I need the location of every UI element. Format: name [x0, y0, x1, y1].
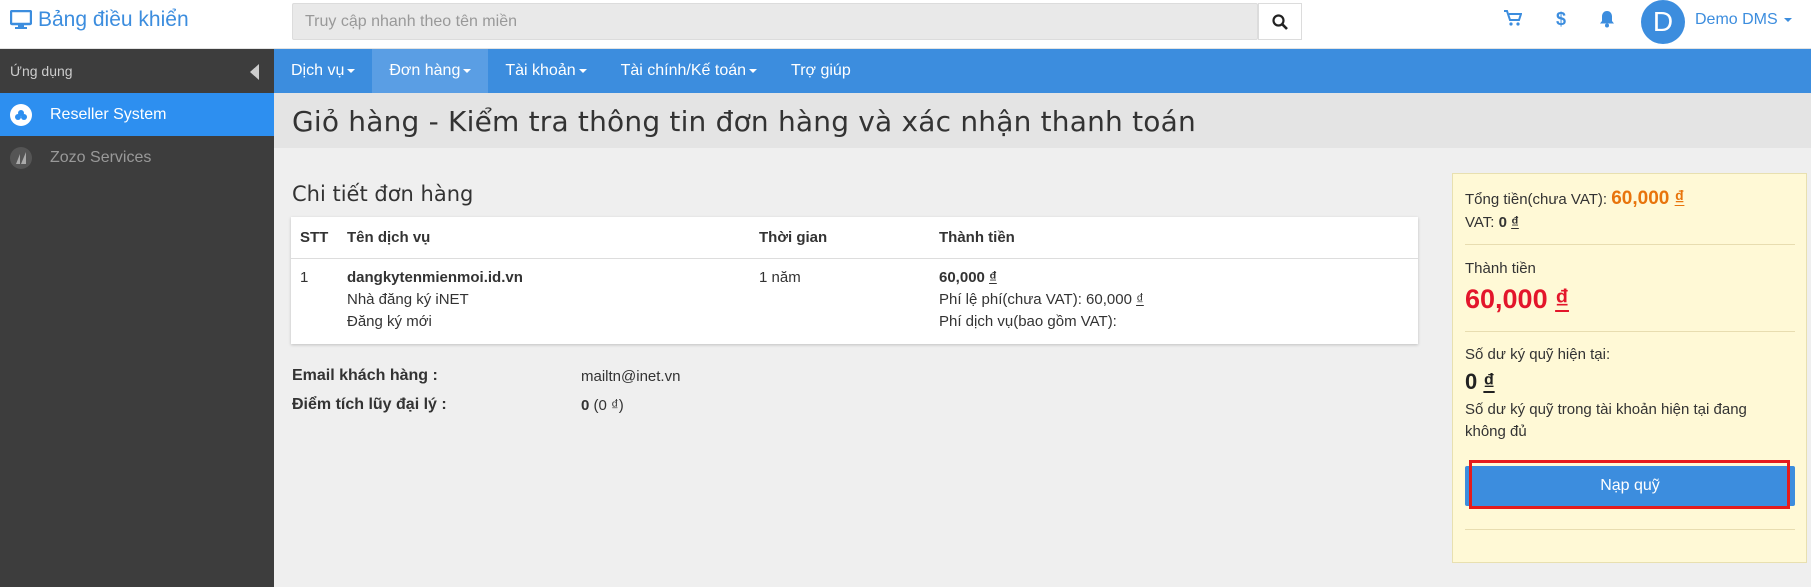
amount-value: 60,000	[939, 269, 985, 286]
user-name: Demo DMS	[1695, 11, 1778, 28]
nav-item-dich-vu[interactable]: Dịch vụ	[274, 49, 372, 93]
service-fee-line: Phí dịch vụ(bao gồm VAT):	[939, 313, 1117, 330]
sidebar-heading: Ứng dụng	[0, 49, 274, 93]
vat-row: VAT: 0 ₫	[1465, 214, 1519, 231]
currency-symbol: ₫	[1674, 188, 1685, 209]
subtotal-label: Tổng tiền(chưa VAT):	[1465, 191, 1608, 208]
balance-label: Số dư ký quỹ hiện tại:	[1465, 346, 1611, 363]
nav-item-tai-chinh[interactable]: Tài chính/Kế toán	[604, 49, 774, 93]
section-title: Chi tiết đơn hàng	[292, 182, 474, 206]
currency-symbol: ₫	[1511, 214, 1519, 231]
divider	[1465, 529, 1795, 530]
order-type: Đăng ký mới	[347, 313, 432, 330]
main-nav: Dịch vụ Đơn hàng Tài khoản Tài chính/Kế …	[274, 49, 1811, 93]
currency-symbol: ₫	[1555, 284, 1569, 314]
fee-line: Phí lệ phí(chưa VAT): 60,000 ₫	[939, 289, 1144, 311]
bell-icon[interactable]	[1599, 10, 1615, 33]
duration: 1 năm	[759, 269, 801, 286]
points-label: Điểm tích lũy đại lý :	[292, 396, 447, 413]
sidebar-item-label: Reseller System	[50, 105, 167, 123]
registrar: Nhà đăng ký iNET	[347, 291, 469, 308]
search-button[interactable]	[1258, 3, 1302, 40]
balance-warning: Số dư ký quỹ trong tài khoản hiện tại đa…	[1465, 401, 1747, 440]
user-menu[interactable]: Demo DMS	[1695, 11, 1792, 29]
monitor-icon	[10, 10, 32, 29]
sidebar-item-zozo-services[interactable]: Zozo Services	[0, 136, 274, 179]
chevron-down-icon	[749, 69, 758, 73]
sidebar-item-label: Zozo Services	[50, 148, 152, 166]
avatar[interactable]: D	[1641, 0, 1685, 44]
top-bar: Bảng điều khiển $ D Demo DMS	[0, 0, 1811, 49]
collapse-sidebar-icon[interactable]	[250, 64, 259, 80]
points-number: 0	[581, 397, 590, 414]
page-title: Giỏ hàng - Kiểm tra thông tin đơn hàng v…	[292, 105, 1196, 138]
vat-label: VAT:	[1465, 214, 1495, 231]
column-header: Thời gian	[759, 229, 828, 246]
nav-label: Đơn hàng	[389, 62, 461, 79]
sidebar-heading-label: Ứng dụng	[10, 63, 73, 79]
total-label: Thành tiền	[1465, 260, 1536, 277]
nav-label: Trợ giúp	[791, 62, 851, 79]
cart-icon[interactable]	[1504, 10, 1523, 31]
search-icon	[1272, 13, 1288, 30]
balance-value: 0 ₫	[1465, 369, 1495, 395]
currency-symbol: ₫	[989, 269, 997, 286]
amount: 60,000 ₫	[939, 267, 1144, 289]
chevron-down-icon	[578, 69, 587, 73]
nav-label: Tài chính/Kế toán	[620, 62, 747, 79]
highlight-box	[1469, 460, 1790, 509]
vat-amount: 0	[1498, 214, 1507, 231]
customer-email: mailtn@inet.vn	[581, 368, 681, 385]
nav-label: Dịch vụ	[291, 62, 345, 79]
subtotal-row: Tổng tiền(chưa VAT): 60,000 ₫	[1465, 188, 1684, 210]
brand-link[interactable]: Bảng điều khiển	[10, 8, 189, 32]
amount-cell: 60,000 ₫ Phí lệ phí(chưa VAT): 60,000 ₫ …	[939, 267, 1144, 333]
domain-name: dangkytenmienmoi.id.vn	[347, 269, 523, 286]
row-stt: 1	[300, 269, 309, 286]
column-header: STT	[300, 229, 329, 246]
total-amount: 60,000	[1465, 284, 1548, 314]
points-value: 0 (0 ₫)	[581, 397, 624, 414]
total-value: 60,000 ₫	[1465, 284, 1569, 315]
points-detail: (0 ₫)	[593, 397, 624, 414]
brand-label: Bảng điều khiển	[38, 8, 189, 31]
nav-item-tro-giup[interactable]: Trợ giúp	[774, 49, 868, 93]
dollar-icon[interactable]: $	[1556, 9, 1566, 30]
divider	[291, 258, 1418, 259]
currency-symbol: ₫	[1483, 369, 1495, 394]
currency-symbol: ₫	[1136, 291, 1144, 308]
chevron-down-icon	[463, 69, 472, 73]
cloud-icon	[10, 103, 32, 126]
column-header: Tên dịch vụ	[347, 229, 431, 246]
sidebar: Ứng dụng Reseller System Zozo Services	[0, 49, 274, 587]
nav-item-don-hang[interactable]: Đơn hàng	[372, 49, 489, 93]
subtotal-value: 60,000 ₫	[1611, 188, 1684, 209]
zozo-icon	[10, 146, 32, 169]
sidebar-item-reseller-system[interactable]: Reseller System	[0, 93, 274, 136]
nav-label: Tài khoản	[505, 62, 576, 79]
balance-amount: 0	[1465, 369, 1478, 394]
chevron-down-icon	[347, 69, 356, 73]
email-label: Email khách hàng :	[292, 367, 438, 384]
subtotal-amount: 60,000	[1611, 188, 1670, 209]
divider	[1465, 244, 1795, 245]
divider	[1465, 331, 1795, 332]
page-title-bar: Giỏ hàng - Kiểm tra thông tin đơn hàng v…	[274, 93, 1811, 148]
order-table: STT Tên dịch vụ Thời gian Thành tiền 1 d…	[291, 217, 1418, 344]
search-box	[292, 3, 1258, 40]
chevron-down-icon	[1783, 17, 1792, 22]
vat-value: 0 ₫	[1499, 214, 1519, 231]
nav-item-tai-khoan[interactable]: Tài khoản	[488, 49, 603, 93]
fee-label: Phí lệ phí(chưa VAT): 60,000	[939, 291, 1132, 308]
service-cell: dangkytenmienmoi.id.vn Nhà đăng ký iNET …	[347, 267, 523, 333]
search-input[interactable]	[293, 4, 1257, 39]
column-header: Thành tiền	[939, 229, 1015, 246]
